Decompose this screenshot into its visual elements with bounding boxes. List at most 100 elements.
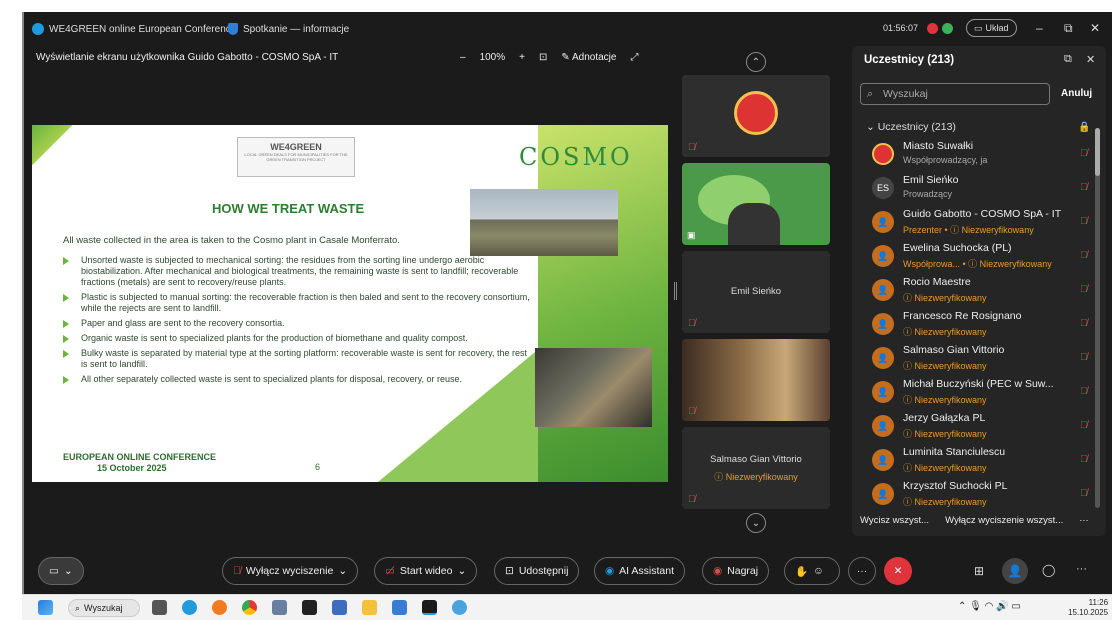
file-explorer-icon[interactable] [362, 600, 377, 615]
unmute-all-button[interactable]: Wyłącz wyciszenie wszyst... [945, 515, 1063, 526]
cancel-search-button[interactable]: Anuluj [1061, 88, 1092, 99]
muted-mic-icon[interactable]: 🎙̸ [1080, 454, 1088, 465]
unmute-button[interactable]: 🎙̸ Wyłącz wyciszenie ⌄ [222, 557, 359, 585]
participant-name: Michał Buczyński (PEC w Suw... [903, 378, 1054, 390]
annotate-button[interactable]: ✎ Adnotacje [561, 52, 616, 63]
layout-button[interactable]: ▭ Układ [966, 19, 1017, 37]
more-panels-icon[interactable]: ··· [1076, 563, 1087, 575]
share-button[interactable]: ⊡ Udostępnij [494, 557, 580, 585]
record-button[interactable]: ◉ Nagraj [702, 557, 770, 585]
muted-mic-icon[interactable]: 🎙̸ [1080, 148, 1088, 159]
share-label: Udostępnij [518, 565, 569, 577]
ai-assistant-button[interactable]: ◉ AI Assistant [594, 557, 686, 585]
minimize-button[interactable]: – [1036, 21, 1043, 35]
participants-title: Uczestnicy (213) [864, 54, 955, 66]
chrome-icon[interactable] [242, 600, 257, 615]
badge-subtitle: LOCAL GREEN DEALS FOR MUNICIPALITIES FOR… [244, 152, 348, 162]
video-tile-suwalki[interactable]: 🎙̸ [682, 75, 830, 157]
secure-icon [942, 23, 953, 34]
taskbar-search[interactable]: ⌕ Wyszukaj [68, 599, 140, 617]
popout-icon[interactable]: ⧉ [1064, 53, 1072, 66]
system-tray-icons[interactable]: ⌃ 🎙 ◠ 🔊 ▭ [958, 601, 1021, 612]
video-tile-emil[interactable]: Emil Sieńko 🎙̸ [682, 251, 830, 333]
more-button[interactable]: ··· [848, 557, 876, 585]
participant-item[interactable]: 👤 Jerzy Gałązka PL ⓘ Niezweryfikowany 🎙̸ [860, 411, 1096, 445]
share-icon: ⊡ [505, 565, 514, 577]
tab-meeting[interactable]: WE4GREEN online European Conference [32, 23, 236, 35]
muted-mic-icon[interactable]: 🎙̸ [1080, 182, 1088, 193]
start-video-label: Start wideo [399, 565, 453, 577]
participant-item[interactable]: 👤 Francesco Re Rosignano ⓘ Niezweryfikowan… [860, 309, 1096, 343]
edge-icon[interactable] [182, 600, 197, 615]
scroll-up-button[interactable]: ⌃ [746, 52, 766, 72]
app-icon[interactable] [452, 600, 467, 615]
group-label: Uczestnicy (213) [877, 121, 956, 133]
remote-control-icon[interactable]: ⊡ [539, 52, 547, 63]
participants-icon[interactable]: 👤 [1002, 558, 1028, 584]
leave-meeting-button[interactable]: ✕ [884, 557, 912, 585]
participant-item[interactable]: 👤 Guido Gabotto - COSMO SpA - IT Prezenter… [860, 207, 1096, 241]
app-icon[interactable] [332, 600, 347, 615]
participant-item[interactable]: 👤 Salmaso Gian Vittorio ⓘ Niezweryfikowany… [860, 343, 1096, 377]
lock-icon[interactable]: 🔒 [1078, 122, 1090, 133]
close-button[interactable]: ✕ [1090, 21, 1100, 35]
participant-item[interactable]: ES Emil Sieńko Prowadzący 🎙̸ [860, 173, 1096, 207]
hand-reactions-button[interactable]: ✋ ☺ [784, 557, 840, 585]
calculator-icon[interactable] [272, 600, 287, 615]
meeting-toolbar: ▭ ⌄ 🎙̸ Wyłącz wyciszenie ⌄ ▭̸ Start wideo ⌄ ⊡… [24, 554, 1114, 590]
resize-handle[interactable] [674, 282, 677, 300]
bullet: Unsorted waste is subjected to mechanica… [63, 255, 533, 288]
video-tile-camera[interactable]: 🎙̸ [682, 339, 830, 421]
muted-mic-icon[interactable]: 🎙̸ [1080, 284, 1088, 295]
muted-mic-icon: 🎙̸ [233, 565, 241, 577]
muted-mic-icon[interactable]: 🎙̸ [1080, 386, 1088, 397]
panel-scrollbar[interactable] [1095, 128, 1100, 508]
more-options-button[interactable]: ··· [1079, 515, 1089, 526]
fullscreen-icon[interactable]: ⤢ [630, 52, 638, 63]
firefox-icon[interactable] [212, 600, 227, 615]
webex-taskbar-icon[interactable] [422, 600, 437, 615]
windows-start-icon[interactable] [38, 600, 53, 615]
participant-item[interactable]: Miasto Suwałki Współprowadzący, ja 🎙̸ [860, 139, 1096, 173]
muted-mic-icon[interactable]: 🎙̸ [1080, 352, 1088, 363]
close-panel-icon[interactable]: ✕ [1086, 53, 1095, 66]
participant-role: ⓘ Niezweryfikowany [903, 429, 987, 439]
shield-icon [228, 23, 238, 35]
chat-reactions-button[interactable]: ▭ ⌄ [38, 557, 84, 585]
mute-all-button[interactable]: Wycisz wszyst... [860, 515, 929, 526]
start-video-button[interactable]: ▭̸ Start wideo ⌄ [374, 557, 478, 585]
scrollbar-thumb[interactable] [1095, 128, 1100, 176]
participant-item[interactable]: 👤 Krzysztof Suchocki PL ⓘ Niezweryfikowany… [860, 479, 1096, 513]
taskbar-clock[interactable]: 11:26 15.10.2025 [1068, 598, 1108, 618]
participant-item[interactable]: 👤 Michał Buczyński (PEC w Suw... ⓘ Niezwer… [860, 377, 1096, 411]
unmute-label: Wyłącz wyciszenie [245, 565, 334, 577]
apps-icon[interactable]: ⊞ [974, 564, 984, 578]
chat-bubble-icon[interactable]: ◯ [1042, 563, 1055, 577]
participant-item[interactable]: 👤 Luminita Stanciulescu ⓘ Niezweryfikowany… [860, 445, 1096, 479]
muted-mic-icon[interactable]: 🎙̸ [1080, 488, 1088, 499]
muted-mic-icon[interactable]: 🎙̸ [1080, 250, 1088, 261]
notepad-icon[interactable] [392, 600, 407, 615]
zoom-out-button[interactable]: – [460, 52, 466, 63]
participants-group[interactable]: ⌄ Uczestnicy (213) [866, 121, 956, 133]
participant-item[interactable]: 👤 Ewelina Suchocka (PL) Współprowa... • ⓘ … [860, 241, 1096, 275]
video-tile-presenter[interactable]: ▣ [682, 163, 830, 245]
restore-button[interactable]: ⧉ [1064, 21, 1073, 36]
search-icon: ⌕ [867, 88, 874, 100]
participant-name: Rocio Maestre [903, 276, 971, 288]
video-tile-salmaso[interactable]: Salmaso Gian Vittorio ⓘ Niezweryfikowany… [682, 427, 830, 509]
slide-footer: EUROPEAN ONLINE CONFERENCE 15 October 20… [63, 452, 216, 474]
zoom-in-button[interactable]: + [519, 52, 525, 63]
tile-status-label: Niezweryfikowany [725, 472, 798, 482]
tab-meeting-info[interactable]: Spotkanie — informacje [228, 23, 349, 35]
muted-mic-icon[interactable]: 🎙̸ [1080, 216, 1088, 227]
muted-mic-icon[interactable]: 🎙̸ [1080, 318, 1088, 329]
task-view-icon[interactable] [152, 600, 167, 615]
muted-mic-icon[interactable]: 🎙̸ [1080, 420, 1088, 431]
participant-search-input[interactable]: ⌕ Wyszukaj [860, 83, 1050, 105]
terminal-icon[interactable] [302, 600, 317, 615]
slide-intro: All waste collected in the area is taken… [63, 235, 400, 246]
bullet: Plastic is subjected to manual sorting: … [63, 292, 533, 314]
scroll-down-button[interactable]: ⌄ [746, 513, 766, 533]
participant-item[interactable]: 👤 Rocio Maestre ⓘ Niezweryfikowany 🎙̸ [860, 275, 1096, 309]
